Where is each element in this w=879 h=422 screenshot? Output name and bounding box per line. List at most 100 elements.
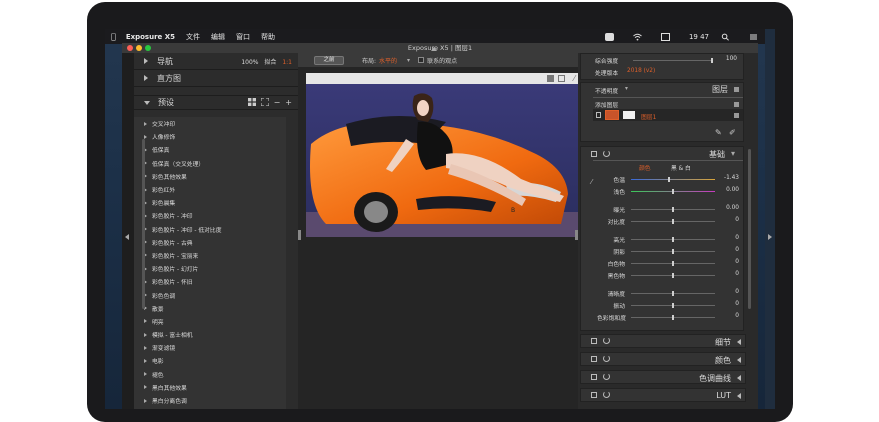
slider-thumb[interactable]	[672, 237, 674, 242]
preset-item[interactable]: 彩色胶片 - 冲印 - 低对比度	[134, 223, 286, 236]
eyedropper-icon[interactable]: ⁄	[591, 178, 592, 186]
link-views-checkbox[interactable]	[418, 57, 425, 63]
preset-item[interactable]: 人像修饰	[134, 130, 286, 143]
preset-item[interactable]: 彩色色调	[134, 288, 286, 301]
close-window-button[interactable]	[127, 45, 133, 51]
preset-item[interactable]: 明亮	[134, 315, 286, 328]
reset-icon[interactable]	[603, 373, 610, 380]
search-icon[interactable]	[721, 33, 730, 41]
slider-thumb[interactable]	[672, 219, 674, 224]
slider-track[interactable]	[631, 207, 715, 212]
reset-icon[interactable]	[603, 337, 610, 344]
panel-toggle-icon[interactable]	[591, 338, 597, 344]
chevron-down-icon[interactable]: ▾	[731, 149, 735, 158]
preset-item[interactable]: 彩色胶片 - 幻灯片	[134, 262, 286, 275]
zoom-window-button[interactable]	[145, 45, 151, 51]
opacity-label[interactable]: 不透明度	[595, 86, 618, 95]
slider-value[interactable]: 0	[717, 235, 739, 241]
right-scrollbar[interactable]	[748, 149, 751, 309]
preset-item[interactable]: 彩色胶片 - 怀旧	[134, 275, 286, 288]
slider-track[interactable]	[631, 189, 715, 194]
preset-item[interactable]: 低保真	[134, 143, 286, 156]
display-icon[interactable]	[660, 32, 670, 41]
slider-track[interactable]	[631, 249, 715, 254]
slider-thumb[interactable]	[672, 249, 674, 254]
slider-value[interactable]: 0	[717, 259, 739, 265]
preset-item[interactable]: 彩色胶片 - 冲印	[134, 209, 286, 222]
fit-ratio[interactable]: 1:1	[282, 59, 292, 66]
preset-item[interactable]: 彩色红外	[134, 183, 286, 196]
slider-track[interactable]	[631, 261, 715, 266]
layout-select[interactable]: 水平的	[379, 56, 397, 65]
expand-all-icon[interactable]	[260, 97, 270, 108]
menu-help[interactable]: 帮助	[261, 32, 275, 42]
menu-app-name[interactable]: Exposure X5	[126, 33, 175, 41]
slider-track[interactable]	[631, 237, 715, 242]
add-preset-icon[interactable]: +	[285, 98, 292, 108]
slider-thumb[interactable]	[672, 303, 674, 308]
fit-label[interactable]: 拟合	[264, 59, 276, 66]
reset-icon[interactable]	[603, 391, 610, 398]
grid-toggle-icon[interactable]	[558, 75, 565, 82]
slider-thumb[interactable]	[667, 177, 670, 182]
slider-track[interactable]	[631, 303, 715, 308]
preset-item[interactable]: 彩色其他效果	[134, 170, 286, 183]
reset-icon[interactable]	[603, 355, 610, 362]
slider-value[interactable]: 0	[717, 247, 739, 253]
panel-toggle-icon[interactable]	[591, 392, 597, 398]
right-collapse-strip[interactable]	[765, 29, 775, 409]
layer-visibility-icon[interactable]	[596, 112, 601, 118]
main-photo[interactable]: B	[306, 84, 578, 237]
section-header[interactable]: 颜色	[580, 352, 746, 366]
navigator-header[interactable]: 导航 100% 拟合 1:1	[134, 53, 298, 70]
menu-window[interactable]: 窗口	[236, 32, 250, 42]
control-center-icon[interactable]	[749, 33, 758, 41]
preset-item[interactable]: 电影	[134, 354, 286, 367]
wifi-icon[interactable]	[633, 33, 642, 41]
layers-menu-icon[interactable]	[734, 87, 739, 92]
grid-view-icon[interactable]	[247, 97, 256, 108]
before-button[interactable]: 之前	[314, 55, 344, 65]
left-scrollbar[interactable]	[142, 139, 145, 309]
preset-item[interactable]: 彩色胶片 - 宝丽来	[134, 249, 286, 262]
slider-value[interactable]: 0	[717, 271, 739, 277]
slider-track[interactable]	[631, 273, 715, 278]
preset-item[interactable]: 褪色	[134, 368, 286, 381]
slider-track[interactable]	[631, 291, 715, 296]
presets-header[interactable]: 预设 − +	[134, 96, 298, 110]
slider-value[interactable]: 0.00	[717, 205, 739, 211]
slider-value[interactable]: 0	[717, 313, 739, 319]
layer-menu-icon[interactable]	[734, 113, 739, 118]
slider-value[interactable]: -1.43	[717, 175, 739, 181]
slider-track[interactable]	[631, 177, 715, 182]
panel-toggle-icon[interactable]	[591, 151, 597, 157]
preset-item[interactable]: 低保真（交叉处理）	[134, 157, 286, 170]
viewer-handle-left[interactable]	[298, 230, 301, 240]
slider-thumb[interactable]	[672, 273, 674, 278]
left-collapse-strip[interactable]	[122, 53, 134, 409]
slider-track[interactable]	[631, 315, 715, 320]
minimize-window-button[interactable]	[136, 45, 142, 51]
tab-bw[interactable]: 黑 & 白	[671, 163, 691, 172]
brush-icon[interactable]: ✎	[715, 128, 722, 137]
tab-color[interactable]: 颜色	[639, 163, 651, 172]
add-layer-button[interactable]: 添加图层	[595, 100, 618, 109]
preset-item[interactable]: 渐变滤镜	[134, 341, 286, 354]
menu-edit[interactable]: 编辑	[211, 32, 225, 42]
layer-row[interactable]: 图层1	[593, 109, 743, 121]
add-layer-menu-icon[interactable]	[734, 102, 739, 107]
preset-item[interactable]: 交叉冲印	[134, 117, 286, 130]
preset-item[interactable]: 散景	[134, 302, 286, 315]
zoom-value[interactable]: 100%	[241, 59, 258, 66]
slider-thumb[interactable]	[672, 207, 674, 212]
slider-thumb[interactable]	[672, 189, 674, 194]
slider-value[interactable]: 0	[717, 217, 739, 223]
slider-thumb[interactable]	[672, 291, 674, 296]
preset-item[interactable]: 彩色胶片 - 古典	[134, 236, 286, 249]
section-header[interactable]: 色调曲线	[580, 370, 746, 384]
preset-item[interactable]: 模拟 - 富士相机	[134, 328, 286, 341]
reset-icon[interactable]	[603, 150, 610, 157]
compare-icon[interactable]	[547, 75, 554, 82]
layer-name[interactable]: 图层1	[641, 112, 656, 121]
menu-file[interactable]: 文件	[186, 32, 200, 42]
